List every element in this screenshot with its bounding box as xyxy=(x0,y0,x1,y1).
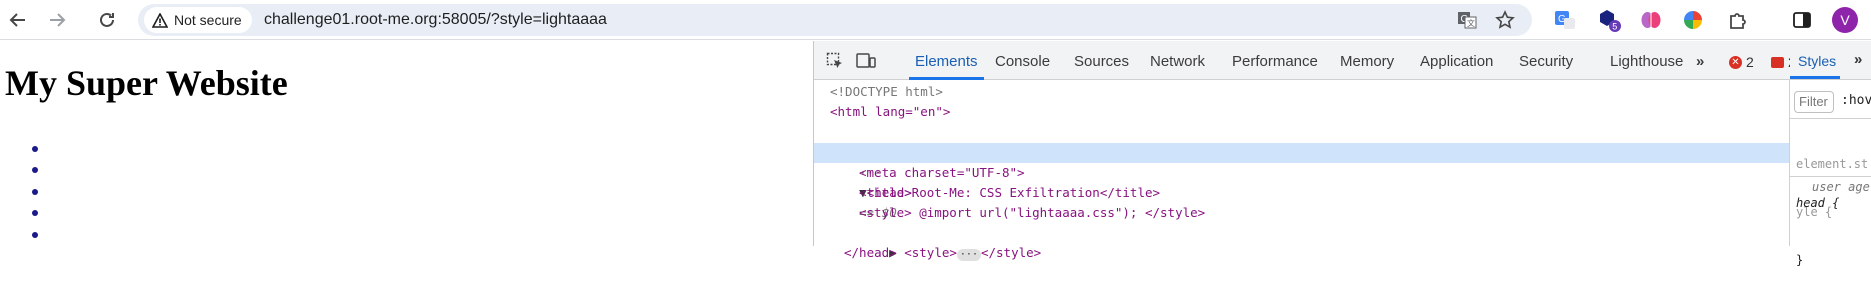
list-item-bullet xyxy=(32,232,38,238)
head-rule[interactable]: head { xyxy=(1796,196,1839,210)
url-text[interactable]: challenge01.root-me.org:58005/?style=lig… xyxy=(264,11,607,29)
svg-text:文: 文 xyxy=(1467,18,1475,28)
profile-avatar[interactable]: V xyxy=(1832,7,1858,33)
address-bar[interactable]: Not secure challenge01.root-me.org:58005… xyxy=(138,4,1532,36)
color-picker-extension-icon[interactable] xyxy=(1681,8,1705,32)
brain-extension-icon[interactable] xyxy=(1639,8,1663,32)
devtools-panel: Elements Console Sources Network Perform… xyxy=(813,41,1871,267)
dom-meta[interactable]: <meta charset="UTF-8"> xyxy=(859,163,1025,183)
selected-node-highlight xyxy=(814,143,1789,163)
error-count: 2 xyxy=(1746,54,1754,70)
styles-pane: Styles » Filter :hov element.st yle { } … xyxy=(1789,41,1871,267)
tab-elements[interactable]: Elements xyxy=(915,53,978,70)
warning-triangle-icon xyxy=(152,12,168,28)
device-toolbar-icon[interactable] xyxy=(856,52,876,75)
tab-memory[interactable]: Memory xyxy=(1340,53,1394,70)
dom-style-close: </style> xyxy=(980,245,1042,260)
page-viewport: My Super Website xyxy=(0,41,812,246)
error-counter[interactable]: ✕ 2 xyxy=(1729,54,1754,70)
hexagon-extension-icon[interactable]: 5 xyxy=(1597,8,1621,32)
security-label: Not secure xyxy=(174,12,242,28)
error-icon: ✕ xyxy=(1729,55,1742,69)
extensions-puzzle-icon[interactable] xyxy=(1726,8,1750,32)
tab-console[interactable]: Console xyxy=(995,53,1050,70)
divider xyxy=(1790,118,1871,119)
elements-tree: <!DOCTYPE html> <html lang="en"> ··· ▼<h… xyxy=(814,80,1789,261)
styles-more-tabs-icon[interactable]: » xyxy=(1854,51,1862,68)
browser-toolbar: Not secure challenge01.root-me.org:58005… xyxy=(0,0,1871,40)
element-style-selector: element.st xyxy=(1796,157,1869,171)
tab-sources[interactable]: Sources xyxy=(1074,53,1129,70)
dom-style-import[interactable]: <style> @import url("lightaaaa.css"); </… xyxy=(859,203,1205,223)
security-chip[interactable]: Not secure xyxy=(144,7,252,33)
tab-performance[interactable]: Performance xyxy=(1232,53,1318,70)
translate-icon[interactable]: G文 xyxy=(1456,9,1478,31)
styles-tab-underline xyxy=(1790,76,1840,79)
dom-style-collapsed-row[interactable]: ▶ <style> ··· </style> xyxy=(844,223,1041,261)
collapsed-content-icon[interactable]: ··· xyxy=(956,249,981,261)
divider xyxy=(1790,176,1871,177)
list-item-bullet xyxy=(32,210,38,216)
inspect-element-icon[interactable] xyxy=(826,52,844,75)
styles-tab-bar: Styles » xyxy=(1790,41,1871,80)
forward-button[interactable] xyxy=(42,5,72,35)
google-translate-extension-icon[interactable]: G xyxy=(1553,8,1577,32)
element-style-rule[interactable]: element.st yle { } xyxy=(1796,124,1868,300)
back-button[interactable] xyxy=(3,5,33,35)
more-tabs-button[interactable]: » xyxy=(1696,53,1704,70)
tab-styles[interactable]: Styles xyxy=(1798,53,1836,69)
devtools-tab-bar: Elements Console Sources Network Perform… xyxy=(814,41,1871,80)
forward-arrow-icon xyxy=(50,13,66,27)
page-heading: My Super Website xyxy=(5,63,288,103)
styles-filter-input[interactable]: Filter xyxy=(1794,91,1834,113)
tab-security[interactable]: Security xyxy=(1519,53,1573,70)
bookmark-star-icon[interactable] xyxy=(1494,9,1516,31)
extension-badge: 5 xyxy=(1612,22,1617,32)
dom-head-close[interactable]: </head> xyxy=(844,243,897,263)
tab-network[interactable]: Network xyxy=(1150,53,1205,70)
tab-lighthouse[interactable]: Lighthouse xyxy=(1610,53,1683,70)
dom-style-open: <style> xyxy=(904,245,957,260)
reload-button[interactable] xyxy=(92,5,122,35)
list-item-bullet xyxy=(32,146,38,152)
user-agent-label: user age xyxy=(1812,180,1870,194)
dom-title[interactable]: <title>Root-Me: CSS Exfiltration</title> xyxy=(859,183,1160,203)
dom-head-row[interactable]: ··· ▼<head> == $0 xyxy=(814,143,912,220)
element-style-close: } xyxy=(1796,253,1804,267)
dom-doctype[interactable]: <!DOCTYPE html> xyxy=(830,82,943,102)
list-item-bullet xyxy=(32,189,38,195)
back-arrow-icon xyxy=(9,13,25,27)
list-item-bullet xyxy=(32,167,38,173)
tab-application[interactable]: Application xyxy=(1420,53,1493,70)
dom-html-open[interactable]: <html lang="en"> xyxy=(830,102,950,122)
issue-icon xyxy=(1771,56,1784,68)
reload-icon xyxy=(100,12,114,27)
hov-toggle[interactable]: :hov xyxy=(1841,93,1871,108)
side-panel-icon[interactable] xyxy=(1790,8,1814,32)
